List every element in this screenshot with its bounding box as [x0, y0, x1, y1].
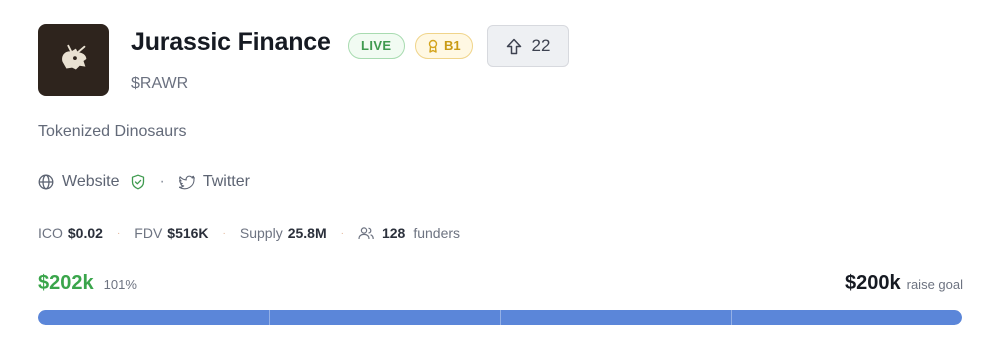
- website-link[interactable]: Website: [38, 173, 120, 191]
- triceratops-skull-icon: [61, 44, 86, 70]
- supply-label: Supply: [239, 225, 283, 241]
- stats-separator: ·: [340, 227, 344, 239]
- fdv-value: $516K: [167, 225, 209, 241]
- funders-stat: 128 funders: [358, 225, 460, 241]
- raise-progress-fill: [38, 310, 962, 325]
- twitter-link[interactable]: Twitter: [178, 173, 250, 191]
- raised-amount: $202k: [38, 272, 94, 294]
- fdv-label: FDV: [134, 225, 163, 241]
- medal-icon: [428, 39, 438, 53]
- raise-progress-bar: [38, 310, 962, 325]
- project-logo: [38, 24, 109, 96]
- upvote-count: 22: [531, 36, 551, 55]
- supply-value: 25.8M: [287, 225, 327, 241]
- project-description: Tokenized Dinosaurs: [38, 123, 187, 140]
- amount-raised: $202k 101%: [38, 272, 137, 295]
- twitter-icon: [178, 175, 195, 190]
- funders-count: 128: [381, 225, 406, 241]
- ico-label: ICO: [38, 225, 63, 241]
- users-icon: [358, 227, 374, 240]
- goal-amount: $200k: [845, 272, 901, 294]
- fdv-stat: FDV $516K: [134, 225, 208, 241]
- live-status-badge: LIVE: [348, 33, 405, 59]
- supply-stat: Supply 25.8M: [240, 225, 327, 241]
- project-ticker: $RAWR: [131, 75, 189, 92]
- upvote-button[interactable]: 22: [487, 25, 569, 67]
- shield-check-icon: [131, 174, 144, 190]
- arrow-up-icon: [506, 38, 521, 54]
- ico-stat: ICO $0.02: [38, 225, 103, 241]
- globe-icon: [38, 174, 54, 190]
- links-separator: ·: [159, 173, 165, 190]
- project-links: Website · Twitter: [38, 171, 250, 193]
- rank-label: B1: [444, 38, 461, 53]
- stats-separator: ·: [116, 227, 121, 239]
- twitter-link-label: Twitter: [202, 173, 250, 190]
- funders-label: funders: [413, 225, 461, 241]
- stats-separator: ·: [222, 227, 226, 239]
- token-stats: ICO $0.02 · FDV $516K · Supply 25.8M · 128 …: [38, 223, 460, 243]
- ico-value: $0.02: [67, 225, 103, 241]
- rank-badge: B1: [415, 33, 473, 59]
- website-link-label: Website: [62, 173, 120, 190]
- raised-percent: 101%: [103, 277, 137, 292]
- project-name: Jurassic Finance: [131, 28, 331, 56]
- goal-label: raise goal: [906, 277, 963, 292]
- raise-goal: $200k raise goal: [845, 272, 963, 295]
